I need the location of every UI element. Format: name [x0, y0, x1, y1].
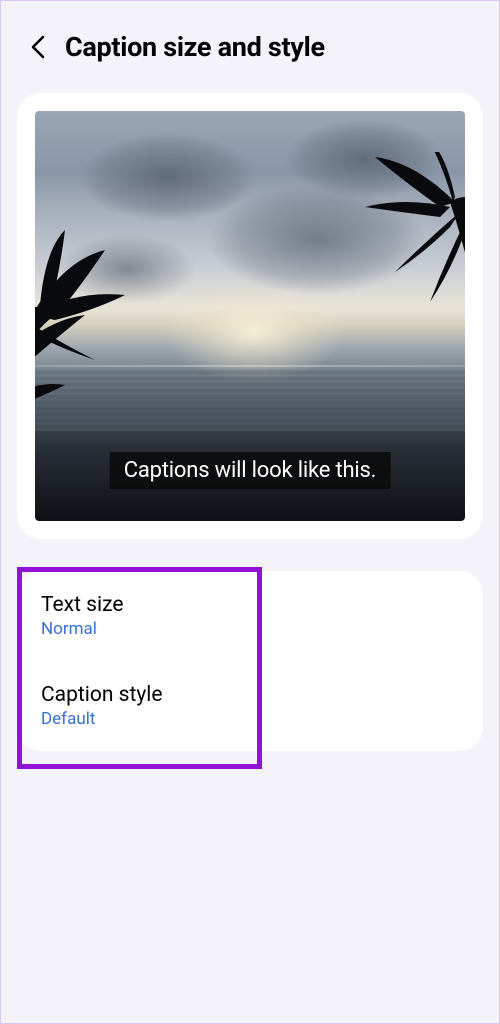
text-size-label: Text size — [41, 593, 459, 617]
caption-style-label: Caption style — [41, 683, 459, 707]
header: Caption size and style — [1, 1, 499, 93]
preview-image: Captions will look like this. — [35, 111, 465, 521]
text-size-value: Normal — [41, 619, 459, 639]
palm-left-decoration — [35, 220, 165, 460]
caption-style-setting[interactable]: Caption style Default — [17, 661, 483, 751]
caption-style-value: Default — [41, 709, 459, 729]
page-title: Caption size and style — [65, 31, 325, 63]
palm-right-decoration — [355, 152, 465, 432]
caption-sample-text: Captions will look like this. — [110, 452, 391, 489]
caption-preview-card: Captions will look like this. — [17, 93, 483, 539]
back-icon[interactable] — [29, 33, 47, 61]
settings-card: Text size Normal Caption style Default — [17, 571, 483, 751]
text-size-setting[interactable]: Text size Normal — [17, 571, 483, 661]
